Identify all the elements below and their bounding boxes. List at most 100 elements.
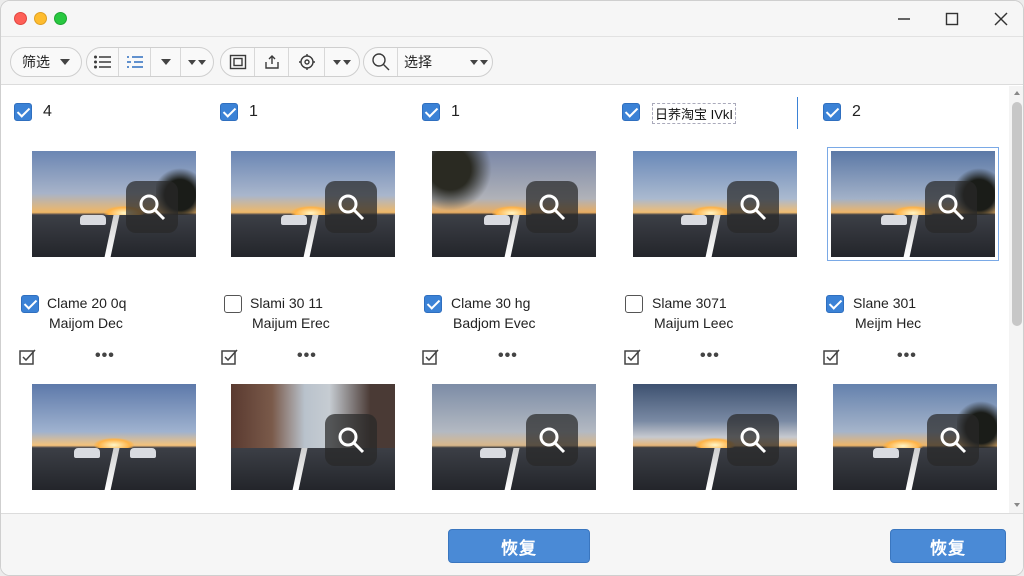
scroll-down-arrow-icon[interactable] (1014, 503, 1020, 507)
more-options-button[interactable]: ••• (700, 347, 720, 365)
settings-button[interactable] (289, 48, 325, 76)
caption-line: Maijom Dec (49, 315, 123, 331)
list-view-button[interactable] (87, 48, 119, 76)
caption-line: Meijm Hec (855, 315, 922, 331)
list-icon (93, 55, 111, 69)
view-toggle-group (86, 47, 214, 77)
restore-button-secondary[interactable]: 恢复 (890, 529, 1006, 563)
photo-thumbnail[interactable] (633, 151, 797, 257)
chevron-down-icon (160, 59, 171, 65)
scrollbar-thumb[interactable] (1012, 102, 1022, 326)
zoom-icon[interactable] (727, 181, 779, 233)
photo-thumbnail[interactable] (32, 384, 196, 490)
photo-thumbnail[interactable] (833, 384, 997, 490)
frame-button[interactable] (221, 48, 255, 76)
photo-caption: Slami 30 11 Maijum Erec (250, 293, 330, 333)
zoom-icon[interactable] (526, 414, 578, 466)
photo-thumbnail[interactable] (432, 384, 596, 490)
photo-checkbox[interactable] (224, 295, 242, 313)
photo-thumbnail[interactable] (32, 151, 196, 257)
zoom-icon[interactable] (727, 414, 779, 466)
zoom-traffic-light[interactable] (54, 12, 67, 25)
photo-checkbox[interactable] (826, 295, 844, 313)
photo-thumbnail-selected[interactable] (827, 147, 999, 261)
edit-checkbox-icon[interactable] (221, 348, 239, 366)
export-button[interactable] (255, 48, 289, 76)
photo-thumbnail[interactable] (231, 384, 395, 490)
maximize-icon[interactable] (940, 7, 964, 31)
photo-thumbnail[interactable] (432, 151, 596, 257)
bottom-bar: 恢复 恢复 (1, 513, 1023, 575)
minimize-traffic-light[interactable] (34, 12, 47, 25)
app-window: 筛选 选择 4 Clame 20 0q Maijom Dec ••• 1 Sla… (0, 0, 1024, 576)
restore-button[interactable]: 恢复 (448, 529, 590, 563)
zoom-icon[interactable] (325, 181, 377, 233)
rename-field-text: 日荞淘宝 IVkI (652, 102, 737, 124)
edit-checkbox-icon[interactable] (422, 348, 440, 366)
more-options-button[interactable]: ••• (297, 347, 317, 365)
tools-group (220, 47, 360, 77)
select-button[interactable]: 选择 (398, 48, 492, 76)
caption-line: Slane 301 (853, 295, 917, 311)
group-count: 4 (43, 103, 52, 120)
zoom-icon[interactable] (526, 181, 578, 233)
view-menu-button[interactable] (151, 48, 181, 76)
filter-button[interactable]: 筛选 (11, 48, 81, 76)
photo-caption: Slane 301 Meijm Hec (853, 293, 921, 333)
photo-thumbnail[interactable] (231, 151, 395, 257)
group-checkbox[interactable] (220, 103, 238, 121)
export-icon (264, 55, 279, 69)
caption-line: Badjom Evec (453, 315, 536, 331)
caption-line: Slami 30 11 (250, 295, 323, 311)
chevron-down-icon (60, 59, 70, 65)
more-options-button[interactable]: ••• (897, 347, 917, 365)
filter-label: 筛选 (22, 54, 50, 70)
select-dropdown[interactable]: 选择 (363, 47, 493, 77)
search-button[interactable] (364, 48, 398, 76)
double-chevron-icon (333, 59, 341, 65)
photo-checkbox[interactable] (625, 295, 643, 313)
search-icon (371, 53, 389, 71)
frame-icon (229, 54, 246, 70)
select-label: 选择 (404, 54, 432, 70)
group-checkbox[interactable] (14, 103, 32, 121)
zoom-icon[interactable] (927, 414, 979, 466)
photo-caption: Clame 20 0q Maijom Dec (47, 293, 126, 333)
group-count: 1 (249, 103, 258, 120)
photo-checkbox[interactable] (21, 295, 39, 313)
edit-checkbox-icon[interactable] (19, 348, 37, 366)
vertical-scrollbar[interactable] (1009, 86, 1023, 513)
caption-line: Clame 20 0q (47, 295, 127, 311)
group-checkbox[interactable] (823, 103, 841, 121)
group-checkbox[interactable] (622, 103, 640, 121)
zoom-icon[interactable] (126, 181, 178, 233)
scroll-up-arrow-icon[interactable] (1014, 91, 1020, 95)
more-options-button[interactable]: ••• (498, 347, 518, 365)
photo-grid: 4 Clame 20 0q Maijom Dec ••• 1 Slami 30 … (1, 86, 1009, 513)
filter-dropdown[interactable]: 筛选 (10, 47, 82, 77)
edit-checkbox-icon[interactable] (624, 348, 642, 366)
indent-list-icon (126, 56, 143, 68)
close-icon[interactable] (989, 7, 1013, 31)
double-chevron-icon (470, 59, 488, 65)
title-bar (1, 1, 1023, 37)
photo-thumbnail[interactable] (633, 384, 797, 490)
rename-field[interactable]: 日荞淘宝 IVkI (648, 97, 798, 129)
zoom-icon[interactable] (325, 414, 377, 466)
photo-checkbox[interactable] (424, 295, 442, 313)
photo-caption: Slame 3071 Maijum Leec (652, 293, 733, 333)
group-checkbox[interactable] (422, 103, 440, 121)
detail-view-button[interactable] (119, 48, 151, 76)
zoom-icon[interactable] (925, 181, 977, 233)
more-tools-button[interactable] (325, 48, 359, 76)
caption-line: Maijum Erec (252, 315, 330, 331)
more-options-button[interactable]: ••• (95, 347, 115, 365)
edit-checkbox-icon[interactable] (823, 348, 841, 366)
sort-menu-button[interactable] (181, 48, 213, 76)
group-count: 1 (451, 103, 460, 120)
caption-line: Clame 30 hg (451, 295, 531, 311)
close-traffic-light[interactable] (14, 12, 27, 25)
group-count: 2 (852, 103, 861, 120)
gear-icon (298, 54, 315, 70)
minimize-icon[interactable] (892, 7, 916, 31)
